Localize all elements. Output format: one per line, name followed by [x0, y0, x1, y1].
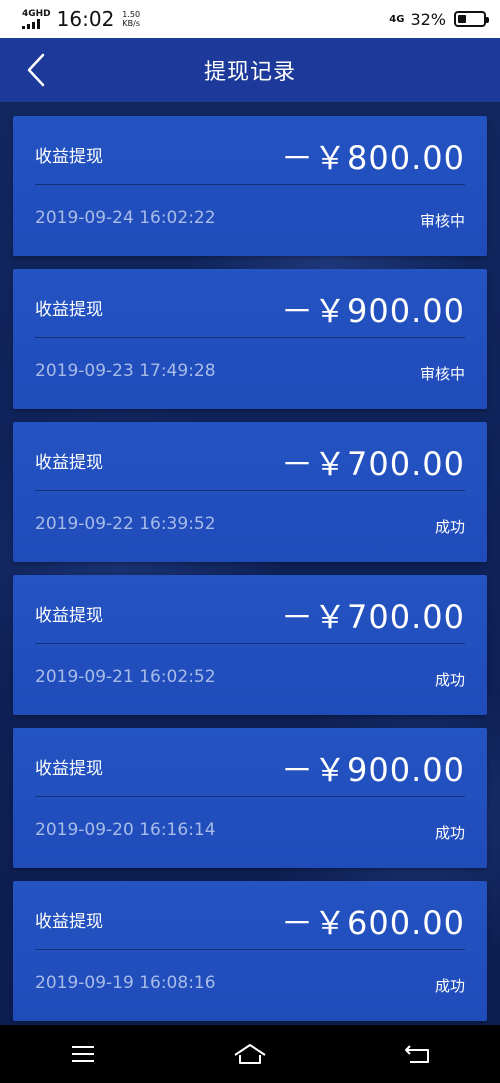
record-status: 成功	[434, 518, 465, 536]
record-status: 成功	[434, 671, 465, 689]
battery-fill	[458, 15, 466, 23]
status-right: 4G 32%	[389, 9, 489, 29]
network-type-label: 4GHD	[22, 8, 51, 19]
record-datetime: 2019-09-19 16:08:16	[35, 973, 216, 993]
withdrawal-record-card[interactable]: 收益提现 －￥800.00 2019-09-24 16:02:22 审核中	[13, 116, 487, 256]
record-status: 审核中	[419, 212, 465, 230]
record-divider	[35, 490, 465, 491]
back-arrow-icon	[404, 1045, 429, 1063]
status-left: 4GHD 16:02 1.50 KB/s	[22, 7, 140, 31]
network-type-right: 4G	[389, 13, 405, 25]
record-amount: －￥800.00	[281, 139, 465, 177]
record-datetime: 2019-09-23 17:49:28	[35, 361, 216, 381]
record-datetime: 2019-09-24 16:02:22	[35, 208, 216, 228]
record-divider	[35, 949, 465, 950]
record-title: 收益提现	[35, 606, 103, 626]
signal-bars-icon	[22, 18, 40, 29]
record-datetime: 2019-09-21 16:02:52	[35, 667, 216, 687]
battery-percent: 32%	[410, 9, 446, 29]
record-amount: －￥600.00	[281, 904, 465, 942]
network-speed: 1.50 KB/s	[122, 10, 140, 28]
record-title: 收益提现	[35, 300, 103, 320]
screen: 4GHD 16:02 1.50 KB/s 4G 32% 提现记录 收益提现 －￥…	[0, 0, 500, 1083]
withdrawal-record-card[interactable]: 收益提现 －￥900.00 2019-09-20 16:16:14 成功	[13, 728, 487, 868]
home-button[interactable]	[220, 1034, 280, 1074]
record-datetime: 2019-09-20 16:16:14	[35, 820, 216, 840]
record-divider	[35, 337, 465, 338]
record-title: 收益提现	[35, 453, 103, 473]
system-nav-bar	[0, 1025, 500, 1083]
withdrawal-record-card[interactable]: 收益提现 －￥600.00 2019-09-19 16:08:16 成功	[13, 881, 487, 1021]
network-speed-value: 1.50	[122, 10, 141, 19]
withdrawal-record-card[interactable]: 收益提现 －￥700.00 2019-09-22 16:39:52 成功	[13, 422, 487, 562]
record-amount: －￥900.00	[281, 292, 465, 330]
battery-icon	[454, 11, 489, 27]
home-icon	[234, 1044, 266, 1064]
record-divider	[35, 796, 465, 797]
record-amount: －￥700.00	[281, 598, 465, 636]
withdrawal-record-list: 收益提现 －￥800.00 2019-09-24 16:02:22 审核中 收益提现 －￥…	[13, 116, 487, 1034]
record-status: 成功	[434, 977, 465, 995]
record-amount: －￥700.00	[281, 445, 465, 483]
record-status: 审核中	[419, 365, 465, 383]
menu-icon	[72, 1046, 95, 1062]
record-title: 收益提现	[35, 759, 103, 779]
app-header: 提现记录	[0, 38, 500, 102]
back-button[interactable]	[16, 50, 56, 90]
system-back-button[interactable]	[387, 1034, 447, 1074]
record-title: 收益提现	[35, 147, 103, 167]
signal-indicator: 4GHD	[22, 8, 51, 29]
withdrawal-record-card[interactable]: 收益提现 －￥900.00 2019-09-23 17:49:28 审核中	[13, 269, 487, 409]
page-title: 提现记录	[203, 60, 296, 85]
withdrawal-record-card[interactable]: 收益提现 －￥700.00 2019-09-21 16:02:52 成功	[13, 575, 487, 715]
chevron-left-icon	[27, 53, 45, 87]
status-bar: 4GHD 16:02 1.50 KB/s 4G 32%	[0, 0, 500, 38]
record-datetime: 2019-09-22 16:39:52	[35, 514, 216, 534]
record-divider	[35, 184, 465, 185]
record-title: 收益提现	[35, 912, 103, 932]
record-divider	[35, 643, 465, 644]
network-speed-unit: KB/s	[122, 19, 140, 28]
status-time: 16:02	[56, 7, 115, 31]
menu-button[interactable]	[53, 1034, 113, 1074]
record-status: 成功	[434, 824, 465, 842]
record-amount: －￥900.00	[281, 751, 465, 789]
